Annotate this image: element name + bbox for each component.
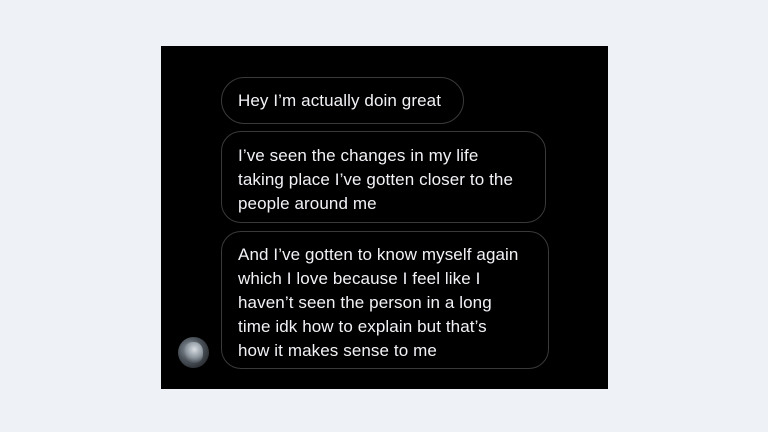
message-bubble[interactable]: Hey I’m actually doin great: [221, 77, 464, 124]
avatar-image: [184, 342, 203, 363]
chat-screenshot: Hey I’m actually doin great I’ve seen th…: [161, 46, 608, 389]
message-bubble[interactable]: And I’ve gotten to know myself again whi…: [221, 231, 549, 369]
avatar[interactable]: [178, 337, 209, 368]
message-bubble[interactable]: I’ve seen the changes in my life taking …: [221, 131, 546, 223]
